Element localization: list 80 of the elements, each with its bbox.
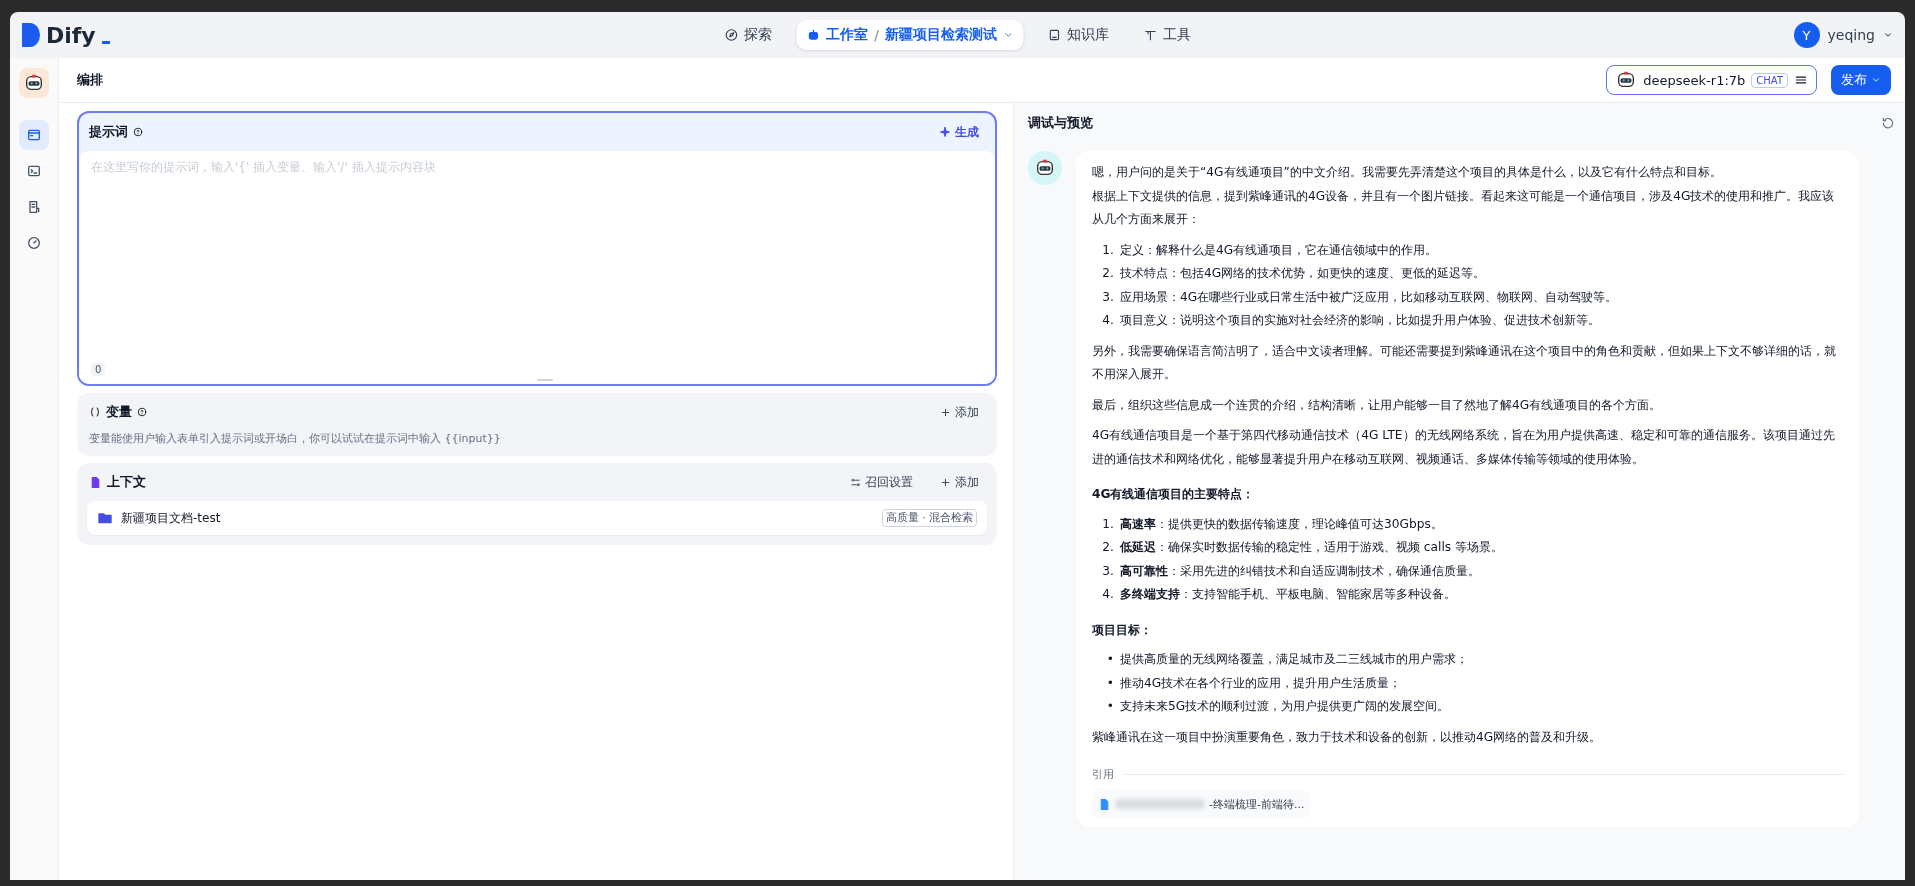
chevron-down-icon (1003, 30, 1014, 40)
list-marker: 4. (1101, 312, 1114, 329)
window-icon (26, 127, 42, 143)
list-item: 提供高质量的无线网络覆盖，满足城市及二三线城市的用户需求； (1120, 651, 1468, 668)
nav-tab[interactable]: 工具 (1133, 20, 1202, 50)
list-item: 低延迟：确保实时数据传输的稳定性，适用于游戏、视频 calls 等场景。 (1120, 539, 1504, 556)
page-title: 编排 (77, 71, 103, 89)
nav-tab[interactable]: 知识库 (1037, 20, 1120, 50)
variables-hint: 变量能使用户输入表单引入提示词或开场白，你可以试试在提示词中输入 {{input}} (88, 431, 502, 446)
generate-button[interactable]: 生成 (933, 122, 985, 142)
list-marker: • (1105, 698, 1114, 715)
file-icon (1098, 797, 1111, 811)
user-name[interactable]: yeqing (1827, 27, 1875, 43)
citation-link[interactable]: -终端梳理-前端待... (1092, 790, 1311, 818)
dataset-name: 新疆项目文档-test (121, 509, 221, 527)
list-item: 应用场景：4G在哪些行业或日常生活中被广泛应用，比如移动互联网、物联网、自动驾驶等。 (1120, 288, 1618, 306)
answer-paragraph: 最后，组织这些信息成一个连贯的介绍，结构清晰，让用户能够一目了然地了解4G有线通项目的各个方面。 (1092, 396, 1663, 414)
answer-paragraph: 4G有线通信项目是一个基于第四代移动通信技术（4G LTE）的无线网络系统，旨在为用户提供高速、稳定和可靠的通信服务。该项目通过先进的通信技术和网络优化，能够显著提升用户在移动互联网、视频通话、多媒体传输等领域的使用体验。 (1092, 427, 1836, 468)
preview-title: 调试与预览 (1028, 114, 1093, 132)
answer-paragraph: 嗯，用户问的是关于“4G有线通项目”的中文介绍。我需要先弄清楚这个项目的具体是什么，以及它有什么特点和目标。 (1092, 164, 1723, 181)
braces-icon (89, 406, 101, 418)
logo-text: Dify (46, 22, 96, 48)
refresh-icon (1881, 116, 1895, 130)
prompt-title: 提示词 (89, 123, 128, 141)
context-title: 上下文 (107, 473, 146, 491)
list-item: 定义：解释什么是4G有线通项目，它在通信领域中的作用。 (1120, 241, 1438, 259)
list-item: 项目意义：说明这个项目的实施对社会经济的影响，比如提升用户体验、促进技术创新等。 (1120, 312, 1600, 329)
list-marker: • (1105, 674, 1114, 692)
list-marker: 1. (1101, 241, 1114, 259)
add-button[interactable]: 添加 (934, 402, 985, 422)
plus-icon (940, 476, 951, 488)
answer-heading: 4G有线通信项目的主要特点： (1092, 486, 1256, 503)
dataset-item[interactable]: 新疆项目文档-test 高质量 · 混合检索 (87, 501, 987, 535)
sparkle-icon (939, 126, 951, 138)
citation-label: 引用 (1092, 767, 1114, 783)
list-item: 高速率：提供更快的数据传输速度，理论峰值可达30Gbps。 (1120, 515, 1443, 533)
chevron-down-icon (1883, 30, 1893, 40)
list-marker: • (1105, 651, 1114, 668)
nav-tab[interactable]: 探索 (713, 20, 782, 50)
user-avatar[interactable]: Y (1793, 22, 1820, 48)
document-icon (26, 199, 42, 215)
variables-title: 变量 (106, 403, 132, 421)
plus-icon (940, 406, 951, 418)
folder-icon (97, 510, 113, 526)
list-marker: 4. (1101, 586, 1114, 603)
nav-tab[interactable]: 工作室 / 新疆项目检索测试 (795, 20, 1024, 50)
sidebar-button[interactable] (19, 120, 49, 150)
model-selector[interactable]: deepseek-r1:7b CHAT (1606, 65, 1817, 95)
list-item: 多终端支持：支持智能手机、平板电脑、智能家居等多种设备。 (1120, 586, 1456, 603)
list-item: 技术特点：包括4G网络的技术优势，如更快的速度、更低的延迟等。 (1120, 265, 1486, 282)
help-icon (137, 407, 147, 417)
add-button[interactable]: 添加 (934, 472, 985, 492)
list-item: 推动4G技术在各个行业的应用，提升用户生活质量； (1120, 674, 1402, 692)
help-icon (133, 127, 143, 137)
list-marker: 2. (1101, 539, 1114, 556)
list-item: 高可靠性：采用先进的纠错技术和自适应调制技术，确保通信质量。 (1120, 562, 1480, 580)
answer-heading: 项目目标： (1092, 621, 1153, 639)
list-marker: 2. (1101, 265, 1114, 282)
resize-handle[interactable] (537, 379, 553, 381)
compass-icon (723, 28, 738, 42)
list-marker: 3. (1101, 562, 1114, 580)
list-item: 支持未来5G技术的顺利过渡，为用户提供更广阔的发展空间。 (1120, 698, 1450, 715)
app-icon[interactable] (19, 68, 49, 98)
gauge-icon (26, 235, 42, 251)
recall-settings-button[interactable]: 召回设置 (844, 472, 919, 492)
answer-paragraph: 根据上下文提供的信息，提到紫峰通讯的4G设备，并且有一个图片链接。看起来这可能是一个通信项目，涉及4G技术的使用和推广。我应该从几个方面来展开： (1092, 187, 1836, 228)
answer-paragraph: 另外，我需要确保语言简洁明了，适合中文读者理解。可能还需要提到紫峰通讯在这个项目中的角色和贡献，但如果上下文不够详细的话，就不用深入展开。 (1092, 342, 1837, 383)
terminal-icon (26, 163, 42, 179)
document-icon (89, 475, 102, 489)
mode-tag: CHAT (1751, 72, 1788, 88)
publish-button[interactable]: 发布 (1831, 65, 1891, 95)
list-marker: 1. (1101, 515, 1114, 533)
char-count: 0 (91, 363, 106, 376)
book-icon (1047, 28, 1062, 42)
chevron-down-icon (1871, 75, 1881, 85)
retrieval-tag: 高质量 · 混合检索 (882, 509, 977, 527)
logo-cursor (101, 40, 110, 44)
list-marker: 3. (1101, 288, 1114, 306)
answer-paragraph: 紫峰通讯在这一项目中扮演重要角色，致力于技术和设备的创新，以推动4G网络的普及和升级。 (1092, 728, 1603, 746)
logo-icon (22, 23, 40, 47)
